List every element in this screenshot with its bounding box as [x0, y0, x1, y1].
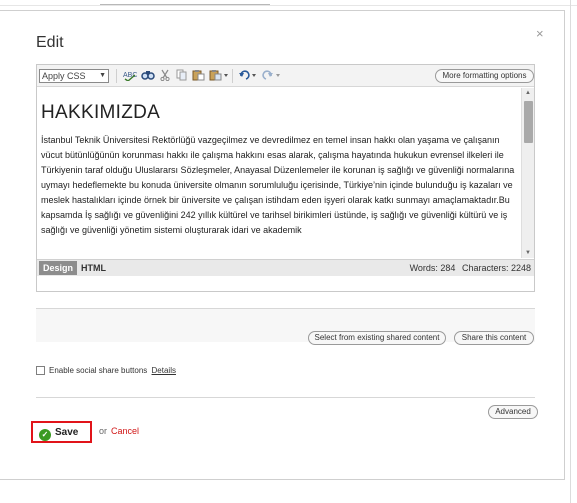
more-formatting-options-button[interactable]: More formatting options — [435, 69, 534, 83]
save-label: Save — [55, 427, 79, 438]
editor-toolbar: Apply CSS ▼ ABC More formatting options — [37, 65, 534, 87]
dialog-title: Edit — [36, 34, 64, 51]
cut-icon[interactable] — [160, 69, 170, 85]
toolbar-separator — [232, 69, 233, 83]
share-this-content-button[interactable]: Share this content — [454, 331, 534, 345]
footer-divider — [36, 397, 535, 398]
shared-content-panel: Select from existing shared content Shar… — [36, 308, 535, 345]
editor-mode-bar: Design HTML Words: 284 Characters: 2248 — [37, 259, 534, 276]
tab-html[interactable]: HTML — [81, 261, 106, 275]
social-share-checkbox[interactable] — [36, 366, 45, 375]
copy-icon[interactable] — [176, 69, 188, 85]
rich-text-editor: Apply CSS ▼ ABC More formatting options — [36, 64, 535, 292]
scroll-down-icon[interactable]: ▼ — [525, 250, 531, 256]
social-share-option: Enable social share buttons Details — [36, 365, 176, 376]
save-button[interactable]: ✓ Save — [39, 426, 78, 441]
cancel-link[interactable]: Cancel — [111, 426, 139, 436]
top-divider — [100, 4, 270, 5]
details-link[interactable]: Details — [152, 366, 176, 375]
character-count: Characters: 2248 — [461, 263, 531, 273]
apply-css-select[interactable]: Apply CSS ▼ — [39, 69, 109, 83]
or-text: or — [99, 426, 108, 436]
word-count: Words: 284 — [409, 263, 456, 273]
page-top-edge — [0, 0, 577, 6]
content-paragraph: İstanbul Teknik Üniversitesi Rektörlüğü … — [41, 135, 515, 235]
tab-design[interactable]: Design — [39, 261, 78, 275]
advanced-button[interactable]: Advanced — [488, 405, 538, 419]
toolbar-separator — [116, 69, 117, 83]
chevron-down-icon: ▼ — [99, 72, 106, 79]
redo-icon[interactable] — [262, 69, 282, 85]
scroll-up-icon[interactable]: ▲ — [525, 90, 531, 96]
social-share-label: Enable social share buttons — [49, 366, 148, 375]
apply-css-value: Apply CSS — [42, 71, 86, 81]
scrollbar-thumb[interactable] — [524, 101, 533, 143]
save-highlight-box: ✓ Save — [31, 421, 92, 443]
editor-scrollbar[interactable]: ▲ ▼ — [521, 88, 534, 258]
paste-icon[interactable] — [192, 69, 205, 85]
paste-special-icon[interactable] — [209, 69, 229, 85]
undo-icon[interactable] — [238, 69, 258, 85]
editor-content-area[interactable]: HAKKIMIZDA İstanbul Teknik Üniversitesi … — [37, 88, 521, 258]
page-right-edge — [570, 0, 571, 503]
select-shared-content-button[interactable]: Select from existing shared content — [308, 331, 446, 345]
close-icon[interactable]: × — [536, 26, 544, 41]
content-heading: HAKKIMIZDA — [41, 102, 161, 123]
spellcheck-icon[interactable]: ABC — [123, 69, 137, 85]
word-count-status: Words: 284 Characters: 2248 — [406, 261, 531, 275]
checkmark-icon: ✓ — [39, 429, 51, 441]
find-icon[interactable] — [141, 69, 155, 85]
